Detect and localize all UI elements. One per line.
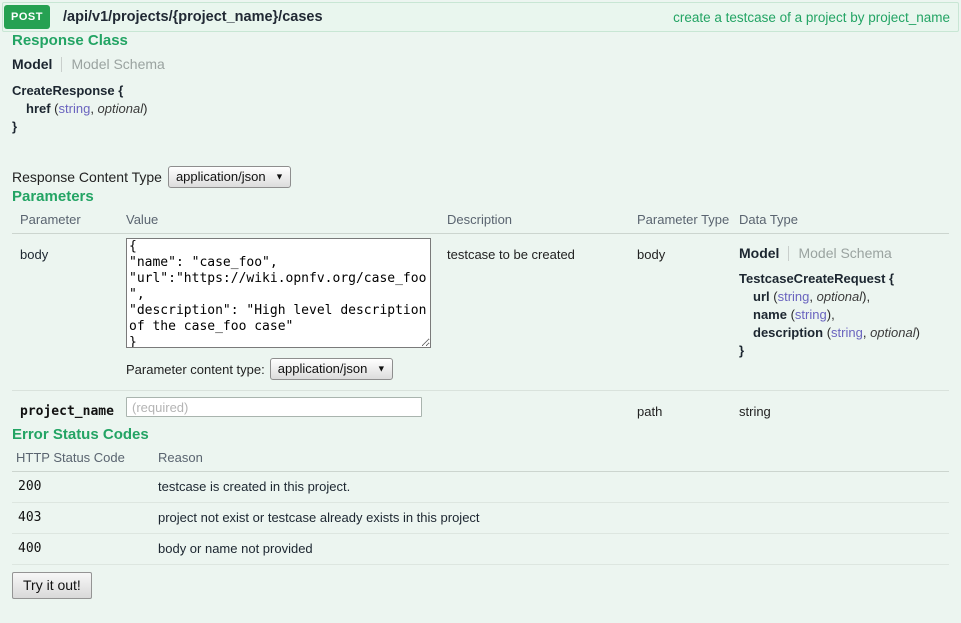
error-row: 200 testcase is created in this project. [12,472,949,503]
tab-model[interactable]: Model [12,56,52,72]
col-http-status-code: HTTP Status Code [12,443,158,472]
col-parameter: Parameter [12,205,126,234]
col-parameter-type: Parameter Type [637,205,739,234]
model-open: CreateResponse { [12,83,123,98]
property-flag: optional [817,289,863,304]
tab-model-schema[interactable]: Model Schema [798,245,891,261]
parameter-content-type-row: Parameter content type: application/json… [126,358,447,380]
status-code: 400 [12,534,158,565]
response-class-heading: Response Class [12,32,949,49]
tab-divider [788,246,789,261]
parameter-content-type-select[interactable]: application/json [270,358,393,380]
endpoint-path-link[interactable]: /api/v1/projects/{project_name}/cases [63,9,323,25]
col-reason: Reason [158,443,949,472]
punct: ) [916,325,920,340]
punct: ) [143,101,147,116]
property-type: string [795,307,827,322]
property-flag: optional [98,101,144,116]
model-property: href (string, optional) [12,100,949,118]
param-value-cell [126,391,447,427]
property-flag: optional [870,325,916,340]
property-name: description [753,325,823,340]
punct: ( [823,325,831,340]
property-name: url [753,289,770,304]
parameter-content-type-label: Parameter content type: [126,362,265,377]
request-model-signature: TestcaseCreateRequest { url (string, opt… [739,270,949,360]
response-model-tabs: Model Model Schema [12,56,949,72]
body-parameter-textarea[interactable]: { "name": "case_foo", "url":"https://wik… [126,238,431,348]
error-status-codes-heading: Error Status Codes [12,426,949,443]
param-name: body [12,234,126,391]
param-name: project_name [12,391,126,427]
error-codes-table: HTTP Status Code Reason 200 testcase is … [12,443,949,565]
model-property: name (string), [739,306,949,324]
model-close: } [739,343,744,358]
param-row-body: body { "name": "case_foo", "url":"https:… [12,234,949,391]
error-row: 400 body or name not provided [12,534,949,565]
status-reason: testcase is created in this project. [158,472,949,503]
response-model-signature: CreateResponse { href (string, optional)… [12,82,949,136]
model-property: description (string, optional) [739,324,949,342]
model-property: url (string, optional), [739,288,949,306]
model-close: } [12,119,17,134]
response-content-type-select[interactable]: application/json [168,166,291,188]
status-reason: body or name not provided [158,534,949,565]
punct: ( [787,307,795,322]
punct: , [90,101,97,116]
response-content-type-row: Response Content Type application/json ▼ [12,166,949,188]
punct: , [831,307,835,322]
property-name: name [753,307,787,322]
param-description: testcase to be created [447,234,637,391]
param-data-type-cell: Model Model Schema TestcaseCreateRequest… [739,234,949,391]
operation-panel: POST /api/v1/projects/{project_name}/cas… [0,0,961,601]
request-model-tabs: Model Model Schema [739,245,949,261]
parameters-header-row: Parameter Value Description Parameter Ty… [12,205,949,234]
status-code: 403 [12,503,158,534]
param-type: path [637,391,739,427]
model-open: TestcaseCreateRequest { [739,271,894,286]
error-codes-header-row: HTTP Status Code Reason [12,443,949,472]
punct: ( [51,101,59,116]
punct: , [809,289,816,304]
punct: , [863,325,870,340]
param-value-cell: { "name": "case_foo", "url":"https://wik… [126,234,447,391]
parameter-content-type-select-wrap: application/json ▼ [270,358,393,380]
parameters-table: Parameter Value Description Parameter Ty… [12,205,949,426]
col-value: Value [126,205,447,234]
param-row-project-name: project_name path string [12,391,949,427]
punct: ( [770,289,778,304]
operation-header[interactable]: POST /api/v1/projects/{project_name}/cas… [2,2,959,32]
operation-content: Response Class Model Model Schema Create… [2,32,959,599]
operation-summary-link[interactable]: create a testcase of a project by projec… [673,10,950,25]
tab-model-schema[interactable]: Model Schema [71,56,164,72]
param-type: body [637,234,739,391]
property-name: href [26,101,51,116]
status-code: 200 [12,472,158,503]
param-data-type: string [739,391,949,427]
col-data-type: Data Type [739,205,949,234]
punct: , [867,289,871,304]
response-content-type-label: Response Content Type [12,169,162,185]
tab-model[interactable]: Model [739,245,779,261]
error-row: 403 project not exist or testcase alread… [12,503,949,534]
http-method-badge: POST [4,5,50,29]
property-type: string [59,101,91,116]
response-content-type-select-wrap: application/json ▼ [168,166,291,188]
param-description [447,391,637,427]
project-name-input[interactable] [126,397,422,417]
parameters-heading: Parameters [12,188,949,205]
col-description: Description [447,205,637,234]
property-type: string [831,325,863,340]
tab-divider [61,57,62,72]
try-it-out-button[interactable]: Try it out! [12,572,92,599]
property-type: string [778,289,810,304]
status-reason: project not exist or testcase already ex… [158,503,949,534]
